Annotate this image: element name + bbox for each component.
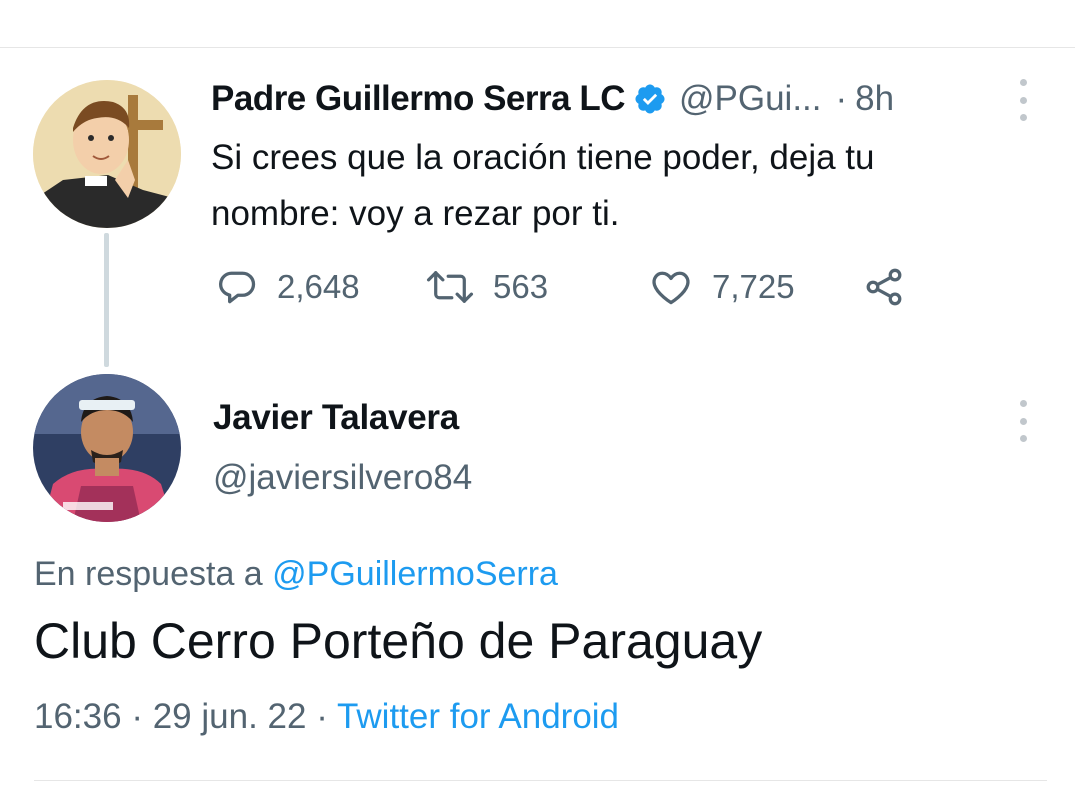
more-options-icon[interactable] [1017,79,1029,121]
reply-bubble-icon [215,265,259,309]
tweet-text: Si crees que la oración tiene poder, dej… [211,138,875,233]
reply-button[interactable]: 2,648 [215,262,360,312]
share-button[interactable] [861,262,907,312]
tweet-date[interactable]: 29 jun. 22 [153,697,307,736]
reply-count: 2,648 [277,268,360,305]
reply-author-name[interactable]: Javier Talavera [213,398,459,438]
avatar-javier-talavera[interactable] [33,374,181,522]
heart-icon [648,265,694,309]
tweet-source-link[interactable]: Twitter for Android [337,697,619,736]
more-options-icon[interactable] [1017,400,1029,442]
author-handle[interactable]: @PGui... [679,79,822,119]
separator-dot: · [131,697,143,736]
tweet-metadata: 16:36 · 29 jun. 22 · Twitter for Android [34,697,619,737]
like-button[interactable]: 7,725 [648,262,795,312]
replying-to: En respuesta a @PGuillermoSerra [34,555,558,594]
tweet-timestamp[interactable]: 16:36 [34,697,122,736]
thread-connector-line [104,233,109,367]
top-divider [0,47,1075,48]
retweet-icon [425,265,475,309]
reply-tweet-text: Club Cerro Porteño de Paraguay [34,613,763,669]
reply-author-handle[interactable]: @javiersilvero84 [213,458,472,498]
retweet-count: 563 [493,268,549,305]
author-name[interactable]: Padre Guillermo Serra LC [211,79,625,119]
bottom-divider [34,780,1047,781]
replying-to-handle-link[interactable]: @PGuillermoSerra [272,555,558,593]
share-icon [861,265,907,309]
verified-badge-icon [633,82,667,116]
separator-dot: · [316,697,328,736]
tweet-header: Padre Guillermo Serra LC @PGui... · 8h [211,76,894,122]
separator-dot: · [835,79,848,118]
tweet-time[interactable]: 8h [855,79,894,119]
replying-to-label: En respuesta a [34,555,273,593]
like-count: 7,725 [712,268,795,305]
retweet-button[interactable]: 563 [425,262,548,312]
avatar-padre-guillermo[interactable] [33,80,181,228]
